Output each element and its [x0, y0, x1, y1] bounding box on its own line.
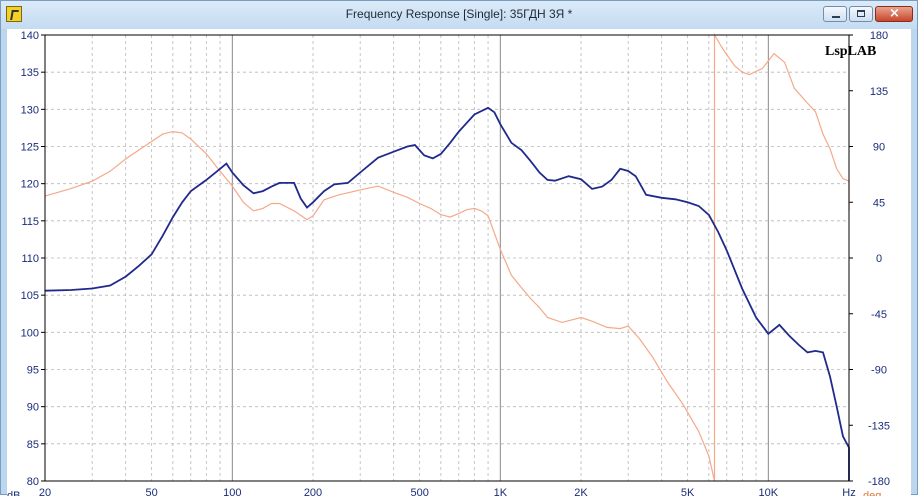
right-tick-label: -135: [868, 420, 890, 432]
window-title: Frequency Response [Single]: 35ГДН 3Я *: [345, 7, 573, 21]
left-tick-label: 80: [27, 476, 39, 488]
magnitude-series-line: [44, 106, 850, 481]
right-tick-label: 45: [873, 197, 885, 209]
left-tick-label: 120: [21, 179, 39, 191]
grid: [44, 34, 850, 482]
right-tick-label: 135: [870, 86, 888, 98]
frequency-response-chart: 80 85 90 95 100 105 110 115 120 125 130 135 140 -180…: [7, 30, 890, 496]
title-bar[interactable]: Frequency Response [Single]: 35ГДН 3Я * …: [1, 1, 917, 29]
chart-area: 80 85 90 95 100 105 110 115 120 125 130 135 140 -180…: [7, 29, 911, 496]
left-tick-label: 105: [21, 290, 39, 302]
right-tick-label: -90: [871, 365, 887, 377]
left-tick-label: 140: [21, 30, 39, 42]
maximize-icon: [857, 10, 865, 17]
left-tick-label: 125: [21, 142, 39, 154]
lsplab-watermark: LspLAB: [825, 44, 876, 59]
right-axis-ticks: -180 -135 -90 -45 0 45 90 135 180: [849, 30, 890, 488]
right-tick-label: 0: [876, 253, 882, 265]
window-controls: ×: [823, 6, 913, 22]
left-tick-label: 95: [27, 365, 39, 377]
right-tick-label: -180: [868, 476, 890, 488]
left-tick-label: 90: [27, 402, 39, 414]
maximize-button[interactable]: [849, 6, 873, 22]
left-axis-unit: dB: [7, 490, 20, 496]
left-tick-label: 135: [21, 67, 39, 79]
left-tick-label: 130: [21, 104, 39, 116]
close-icon: ×: [889, 6, 900, 21]
right-tick-label: 180: [870, 30, 888, 42]
left-tick-label: 110: [21, 253, 39, 265]
left-tick-label: 85: [27, 439, 39, 451]
left-axis-ticks: 80 85 90 95 100 105 110 115 120 125 130 135 140: [21, 30, 45, 488]
left-tick-label: 100: [21, 327, 39, 339]
right-tick-label: 90: [873, 142, 885, 154]
right-tick-label: -45: [871, 309, 887, 321]
left-tick-label: 115: [21, 216, 39, 228]
close-button[interactable]: ×: [875, 6, 913, 22]
minimize-button[interactable]: [823, 6, 847, 22]
right-axis-unit: deg: [863, 490, 881, 496]
app-window: Frequency Response [Single]: 35ГДН 3Я * …: [0, 0, 918, 496]
minimize-icon: [832, 16, 840, 18]
